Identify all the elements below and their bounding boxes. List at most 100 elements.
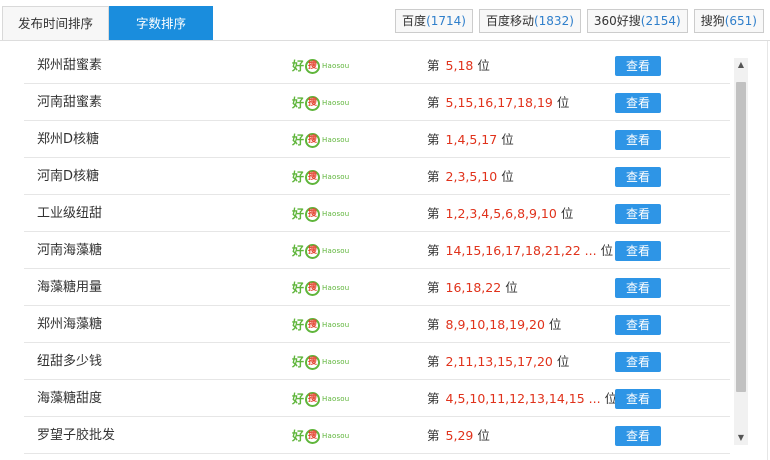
table-row: 工业级纽甜 好搜 Haosou 第 1,2,3,4,5,6,8,9,10 位 查看	[24, 195, 730, 232]
rank-prefix: 第	[427, 280, 440, 295]
rank-positions: 第 1,2,3,4,5,6,8,9,10 位	[427, 195, 573, 232]
view-button[interactable]: 查看	[615, 278, 661, 298]
keyword-label: 河南海藻糖	[37, 243, 103, 258]
logo-latin: Haosou	[322, 247, 350, 255]
logo-latin: Haosou	[322, 62, 350, 70]
logo-latin: Haosou	[322, 136, 350, 144]
view-button[interactable]: 查看	[615, 241, 661, 261]
divider	[0, 40, 770, 41]
haosou-logo-icon: 好搜 Haosou	[292, 317, 349, 333]
view-button[interactable]: 查看	[615, 130, 661, 150]
rank-positions: 第 5,29 位	[427, 417, 490, 454]
logo-sou: 搜	[305, 354, 321, 370]
engine-name: 百度移动	[485, 14, 534, 28]
keyword-label: 郑州海藻糖	[37, 317, 103, 332]
view-button[interactable]: 查看	[615, 315, 661, 335]
engine-name: 百度	[402, 14, 427, 28]
view-button[interactable]: 查看	[615, 389, 661, 409]
rank-positions: 第 2,11,13,15,17,20 位	[427, 343, 569, 380]
scroll-up-arrow-icon[interactable]: ▲	[734, 58, 748, 72]
logo-latin: Haosou	[322, 173, 350, 181]
table-row: 河南D核糖 好搜 Haosou 第 2,3,5,10 位 查看	[24, 158, 730, 195]
rank-positions: 第 14,15,16,17,18,21,22 ... 位	[427, 232, 613, 269]
rank-suffix: 位	[556, 354, 570, 369]
engine-baidu-button[interactable]: 百度(1714)	[395, 9, 473, 33]
haosou-logo-icon: 好搜 Haosou	[292, 428, 349, 444]
rank-prefix: 第	[427, 428, 440, 443]
rank-positions: 第 16,18,22 位	[427, 269, 518, 306]
search-engine-filters: 百度(1714) 百度移动(1832) 360好搜(2154) 搜狗(651)	[395, 9, 764, 33]
scrollbar-thumb[interactable]	[736, 82, 746, 392]
keyword-label: 郑州甜蜜素	[37, 58, 103, 73]
scrollbar[interactable]: ▲ ▼	[734, 58, 748, 445]
rank-values: 4,5,10,11,12,13,14,15 ...	[445, 391, 601, 406]
table-row: 郑州海藻糖 好搜 Haosou 第 8,9,10,18,19,20 位 查看	[24, 306, 730, 343]
logo-latin: Haosou	[322, 284, 350, 292]
logo-latin: Haosou	[322, 321, 350, 329]
keyword-ranking-list: 郑州甜蜜素好搜 Haosou 第 5,18 位查看 河南甜蜜素好搜 Haosou 第 5,15,…	[24, 47, 730, 455]
logo-hao: 好	[292, 133, 305, 147]
rank-positions: 第 8,9,10,18,19,20 位	[427, 306, 561, 343]
logo-latin: Haosou	[322, 99, 350, 107]
haosou-logo-icon: 好搜 Haosou	[292, 132, 349, 148]
rank-values: 8,9,10,18,19,20	[445, 317, 545, 332]
logo-latin: Haosou	[322, 432, 350, 440]
engine-baidu-mobile-button[interactable]: 百度移动(1832)	[478, 9, 581, 33]
view-button[interactable]: 查看	[615, 204, 661, 224]
engine-count: (651)	[724, 14, 757, 28]
rank-values: 1,2,3,4,5,6,8,9,10	[445, 206, 557, 221]
keyword-label: 海藻糖甜度	[37, 391, 103, 406]
tab-sort-by-word-count[interactable]: 字数排序	[109, 6, 214, 40]
rank-suffix: 位	[477, 428, 490, 443]
rank-prefix: 第	[427, 206, 440, 221]
haosou-logo-icon: 好搜 Haosou	[292, 58, 349, 74]
logo-sou: 搜	[305, 317, 321, 333]
rank-positions: 第 1,4,5,17 位	[427, 121, 514, 158]
logo-hao: 好	[292, 59, 305, 73]
logo-hao: 好	[292, 429, 305, 443]
haosou-logo-icon: 好搜 Haosou	[292, 354, 349, 370]
logo-hao: 好	[292, 392, 305, 406]
rank-values: 2,3,5,10	[445, 169, 498, 184]
table-row: 郑州甜蜜素 好搜 Haosou 第 5,18 位 查看	[24, 47, 730, 84]
keyword-label: 郑州D核糖	[37, 132, 100, 147]
view-button[interactable]: 查看	[615, 56, 661, 76]
keyword-label: 河南甜蜜素	[37, 95, 103, 110]
haosou-logo-icon: 好搜 Haosou	[292, 280, 349, 296]
rank-prefix: 第	[427, 317, 440, 332]
logo-hao: 好	[292, 170, 305, 184]
view-button[interactable]: 查看	[615, 167, 661, 187]
rank-prefix: 第	[427, 132, 440, 147]
top-bar: 发布时间排序 字数排序 百度(1714) 百度移动(1832) 360好搜(21…	[0, 0, 770, 41]
logo-hao: 好	[292, 207, 305, 221]
scroll-down-arrow-icon[interactable]: ▼	[734, 431, 748, 445]
engine-count: (1832)	[533, 14, 574, 28]
view-button[interactable]: 查看	[615, 352, 661, 372]
logo-sou: 搜	[305, 58, 321, 74]
engine-sogou-button[interactable]: 搜狗(651)	[693, 9, 764, 33]
rank-suffix: 位	[548, 317, 562, 332]
rank-positions: 第 5,15,16,17,18,19 位	[427, 84, 569, 121]
rank-values: 14,15,16,17,18,21,22 ...	[445, 243, 597, 258]
logo-sou: 搜	[305, 243, 321, 259]
engine-count: (1714)	[426, 14, 466, 28]
keyword-label: 海藻糖用量	[37, 280, 103, 295]
table-row: 海藻糖甜度好搜 Haosou 第 4,5,10,11,12,13,14,15 ... 位…	[24, 380, 730, 417]
rank-prefix: 第	[427, 354, 440, 369]
divider	[767, 41, 768, 460]
rank-positions: 第 2,3,5,10 位	[427, 158, 514, 195]
rank-suffix: 位	[501, 132, 514, 147]
table-row: 纽甜多少钱 好搜 Haosou 第 2,11,13,15,17,20 位 查看	[24, 343, 730, 380]
tab-sort-by-publish-time[interactable]: 发布时间排序	[2, 6, 110, 40]
logo-hao: 好	[292, 96, 305, 110]
engine-name: 搜狗	[700, 14, 725, 28]
rank-values: 5,15,16,17,18,19	[445, 95, 553, 110]
view-button[interactable]: 查看	[615, 93, 661, 113]
table-row: 河南甜蜜素 好搜 Haosou 第 5,15,16,17,18,19 位 查看	[24, 84, 730, 121]
engine-360-haosou-button[interactable]: 360好搜(2154)	[586, 9, 688, 33]
table-row: 罗望子胶批发 好搜 Haosou 第 5,29 位 查看	[24, 417, 730, 454]
logo-hao: 好	[292, 244, 305, 258]
rank-values: 16,18,22	[445, 280, 502, 295]
view-button[interactable]: 查看	[615, 426, 661, 446]
rank-suffix: 位	[501, 169, 514, 184]
